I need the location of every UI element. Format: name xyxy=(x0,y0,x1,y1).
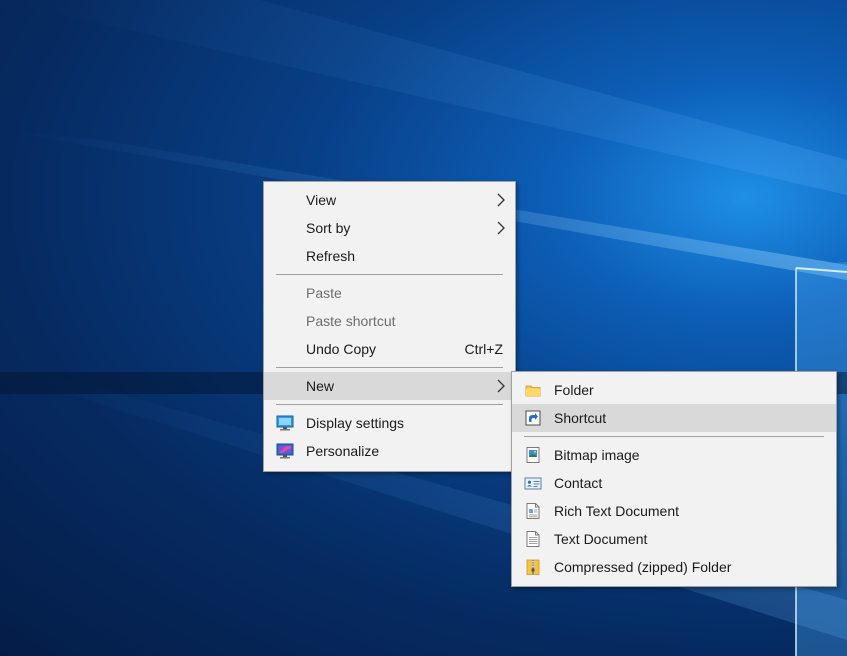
submenu-item-shortcut[interactable]: Shortcut xyxy=(512,404,836,432)
menu-item-new[interactable]: New xyxy=(264,372,515,400)
menu-item-paste-shortcut[interactable]: Paste shortcut xyxy=(264,307,515,335)
desktop-context-menu: View Sort by Refresh Paste Paste shortcu… xyxy=(263,181,516,472)
submenu-item-bitmap-image[interactable]: Bitmap image xyxy=(512,441,836,469)
submenu-item-text-document[interactable]: Text Document xyxy=(512,525,836,553)
text-document-icon xyxy=(526,531,540,547)
menu-separator xyxy=(276,404,503,405)
new-submenu: Folder Shortcut Bitmap image Contact Ric… xyxy=(511,371,837,587)
submenu-item-contact[interactable]: Contact xyxy=(512,469,836,497)
submenu-item-folder[interactable]: Folder xyxy=(512,376,836,404)
submenu-item-compressed-folder[interactable]: Compressed (zipped) Folder xyxy=(512,553,836,581)
menu-item-view[interactable]: View xyxy=(264,186,515,214)
menu-item-label: Paste shortcut xyxy=(306,313,396,329)
menu-item-label: New xyxy=(306,378,335,394)
menu-item-label: View xyxy=(306,192,337,208)
zip-folder-icon xyxy=(526,559,540,575)
submenu-item-rich-text-document[interactable]: Rich Text Document xyxy=(512,497,836,525)
submenu-item-label: Bitmap image xyxy=(554,447,640,463)
desktop-background[interactable]: View Sort by Refresh Paste Paste shortcu… xyxy=(0,0,847,656)
menu-item-display-settings[interactable]: Display settings xyxy=(264,409,515,437)
chevron-right-icon xyxy=(497,379,505,393)
menu-item-label: Display settings xyxy=(306,415,405,431)
submenu-item-label: Rich Text Document xyxy=(554,503,680,519)
menu-separator xyxy=(524,436,824,437)
menu-item-label: Undo Copy xyxy=(306,341,377,357)
personalize-icon xyxy=(276,443,294,459)
keyboard-shortcut: Ctrl+Z xyxy=(464,341,504,357)
menu-item-paste[interactable]: Paste xyxy=(264,279,515,307)
menu-item-label: Refresh xyxy=(306,248,356,264)
menu-item-label: Sort by xyxy=(306,220,351,236)
shortcut-icon xyxy=(525,410,541,426)
rich-text-document-icon xyxy=(526,503,540,519)
menu-item-refresh[interactable]: Refresh xyxy=(264,242,515,270)
display-settings-icon xyxy=(276,415,294,431)
chevron-right-icon xyxy=(497,193,505,207)
submenu-item-label: Contact xyxy=(554,475,603,491)
submenu-item-label: Folder xyxy=(554,382,594,398)
submenu-item-label: Compressed (zipped) Folder xyxy=(554,559,732,575)
contact-icon xyxy=(524,477,542,490)
folder-icon xyxy=(525,385,541,397)
menu-item-label: Paste xyxy=(306,285,342,301)
menu-separator xyxy=(276,367,503,368)
submenu-item-label: Text Document xyxy=(554,531,648,547)
menu-item-label: Personalize xyxy=(306,443,380,459)
menu-item-undo-copy[interactable]: Undo Copy Ctrl+Z xyxy=(264,335,515,363)
chevron-right-icon xyxy=(497,221,505,235)
menu-separator xyxy=(276,274,503,275)
bitmap-image-icon xyxy=(526,447,540,463)
menu-item-sort-by[interactable]: Sort by xyxy=(264,214,515,242)
submenu-item-label: Shortcut xyxy=(554,410,607,426)
menu-item-personalize[interactable]: Personalize xyxy=(264,437,515,465)
